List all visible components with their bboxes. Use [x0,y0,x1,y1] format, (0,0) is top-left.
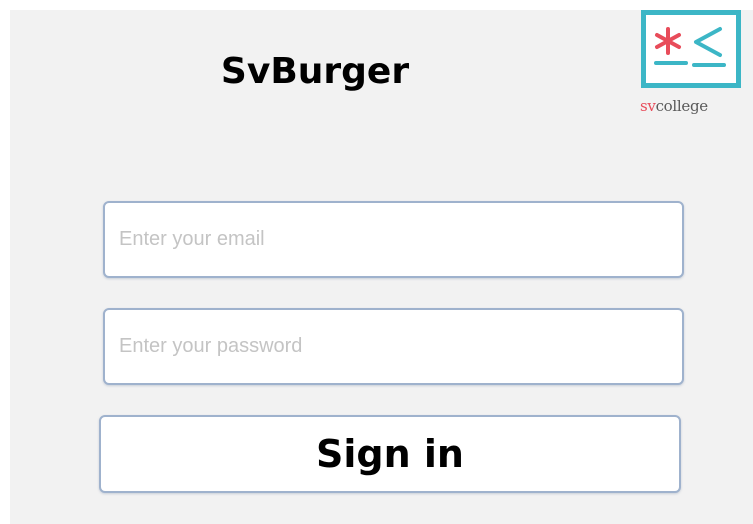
svcollege-logo-icon [641,10,741,88]
logo-text-sv: sv [640,97,656,115]
email-field[interactable] [103,201,684,278]
sign-in-button[interactable]: Sign in [99,415,681,493]
app-title: SvBurger [220,51,410,92]
asterisk-prompt-icon [654,27,726,67]
logo-text: svcollege [640,97,708,115]
login-screen: SvBurger svcollege Sign in [10,10,753,524]
password-field[interactable] [103,308,684,385]
email-input[interactable] [105,203,682,276]
logo-text-college: college [655,97,709,115]
password-input[interactable] [105,310,682,383]
svcollege-logo: svcollege [640,10,753,124]
